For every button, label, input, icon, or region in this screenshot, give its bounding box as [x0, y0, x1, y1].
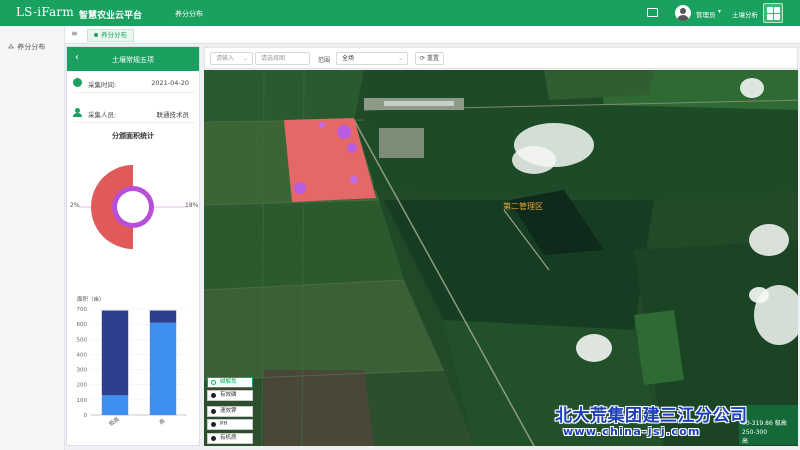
- top-bar: LS-iFarm 智慧农业云平台 养分分布 管理员 ▾ 土壤分析: [0, 0, 800, 26]
- pie-label-left: 2%: [70, 202, 80, 209]
- clock-icon: [73, 78, 82, 87]
- collector-label: 采集人员:: [88, 111, 117, 119]
- tab-label: 养分分布: [101, 31, 127, 39]
- left-sidebar: ⁂ 养分分布: [0, 26, 65, 450]
- layer-organic[interactable]: 有机质: [207, 433, 253, 444]
- reset-button[interactable]: ⟳ 重置: [415, 52, 444, 65]
- collector-value: 联通技术员: [156, 111, 190, 119]
- chevron-down-icon: ⌄: [397, 55, 403, 62]
- bar-ytick: 400: [77, 352, 88, 358]
- collect-time-label: 采集时间:: [88, 81, 117, 89]
- layer-label: 速效钾: [220, 408, 237, 414]
- sidebar-item-label: 养分分布: [17, 43, 46, 51]
- bar-ytick: 100: [77, 398, 88, 404]
- top-nav-nutrient[interactable]: 养分分布: [175, 9, 203, 19]
- pie-hole: [117, 191, 149, 223]
- tab-nutrient[interactable]: 养分分布: [87, 29, 134, 42]
- map-toolbar: 请输入 ⌄ 请选择图 范围 全场 ⌄ ⟳ 重置: [204, 47, 798, 69]
- nutrient-icon: ⁂: [8, 44, 14, 51]
- area-bar-chart: 面积（亩） 0 100 200 300 400 500 600 700 极高 高: [77, 295, 187, 428]
- layer-label: 有机质: [220, 435, 237, 441]
- bar-ytick: 300: [77, 368, 88, 374]
- layer-label: PH: [220, 421, 228, 427]
- user-name[interactable]: 管理员: [696, 9, 716, 19]
- bar-ytick: 600: [77, 322, 88, 328]
- radio-icon: [211, 393, 216, 398]
- map-select[interactable]: 请选择图: [255, 52, 310, 65]
- pie-label-right: 18%: [185, 202, 199, 209]
- satellite-map[interactable]: 第二管理区 碱解氮 有效磷 速效钾 PH 有机质 00-319.86 极高 25…: [204, 70, 798, 446]
- map-imagery: [204, 70, 798, 446]
- watermark-title: 北大荒集团建三江分公司: [555, 406, 748, 426]
- area-pie-chart: [79, 165, 187, 249]
- collector-row: 采集人员: 联通技术员: [73, 105, 195, 123]
- bar-ytick: 500: [77, 337, 88, 343]
- area-label: 第二管理区: [503, 202, 543, 211]
- scope-label: 范围: [318, 57, 331, 64]
- bar-ytick: 0: [84, 413, 88, 419]
- scope-value: 全场: [342, 55, 355, 62]
- tab-bar: ≡ 养分分布: [65, 26, 800, 44]
- logo[interactable]: LS-iFarm: [16, 5, 74, 19]
- bar-ytick: 200: [77, 383, 88, 389]
- layer-ph[interactable]: PH: [207, 419, 253, 430]
- radio-icon: [211, 409, 216, 414]
- soil-panel: ‹ 土壤常规五项 采集时间: 2021-04-20 采集人员: 联通技术员 分颁…: [66, 46, 200, 446]
- bar-segment: [101, 310, 129, 396]
- watermark-url: www.china-jsj.com: [563, 425, 701, 438]
- scope-select[interactable]: 全场 ⌄: [336, 52, 408, 65]
- monitor-icon[interactable]: [647, 8, 658, 17]
- avatar[interactable]: [675, 5, 691, 21]
- menu-toggle-icon[interactable]: ≡: [71, 29, 78, 38]
- chevron-down-icon[interactable]: ▾: [718, 8, 721, 15]
- radio-icon: [211, 436, 216, 441]
- panel-title: 土壤常规五项: [112, 56, 154, 64]
- bar-category-label: 极高: [107, 415, 121, 428]
- legend-line: 250-300: [742, 429, 768, 436]
- bar-category-label: 高: [157, 416, 167, 426]
- bar-segment: [101, 395, 129, 415]
- platform-name: 智慧农业云平台: [79, 11, 143, 21]
- layer-phosphorus[interactable]: 有效磷: [207, 390, 253, 401]
- layer-label: 有效磷: [220, 392, 237, 398]
- panel-header: ‹ 土壤常规五项: [67, 47, 199, 71]
- legend-line: 00-319.86 极高: [742, 420, 787, 427]
- sidebar-item-nutrient[interactable]: ⁂ 养分分布: [8, 42, 45, 52]
- bar-ytick: 700: [77, 307, 88, 313]
- radio-icon: [211, 380, 216, 385]
- chevron-down-icon: ⌄: [242, 55, 248, 62]
- layer-label: 碱解氮: [220, 379, 237, 385]
- reset-label: 重置: [426, 55, 439, 62]
- layer-potassium[interactable]: 速效钾: [207, 406, 253, 417]
- active-dot-icon: [94, 33, 98, 37]
- legend-line: 高: [742, 438, 749, 445]
- person-icon: [73, 108, 82, 117]
- soil-analysis-link[interactable]: 土壤分析: [732, 9, 758, 19]
- input-select[interactable]: 请输入 ⌄: [210, 52, 253, 65]
- collect-time-row: 采集时间: 2021-04-20: [73, 75, 195, 93]
- bar-ylabel: 面积（亩）: [77, 295, 105, 303]
- bar-segment: [149, 322, 177, 415]
- layer-nitrogen[interactable]: 碱解氮: [207, 377, 253, 388]
- collect-time-value: 2021-04-20: [151, 79, 189, 87]
- radio-icon: [211, 422, 216, 427]
- area-stats-title: 分颁面积统计: [112, 132, 154, 140]
- select-placeholder: 请选择图: [261, 55, 286, 62]
- apps-grid-icon[interactable]: [763, 3, 783, 23]
- select-placeholder: 请输入: [216, 55, 235, 62]
- bar-segment: [149, 310, 177, 323]
